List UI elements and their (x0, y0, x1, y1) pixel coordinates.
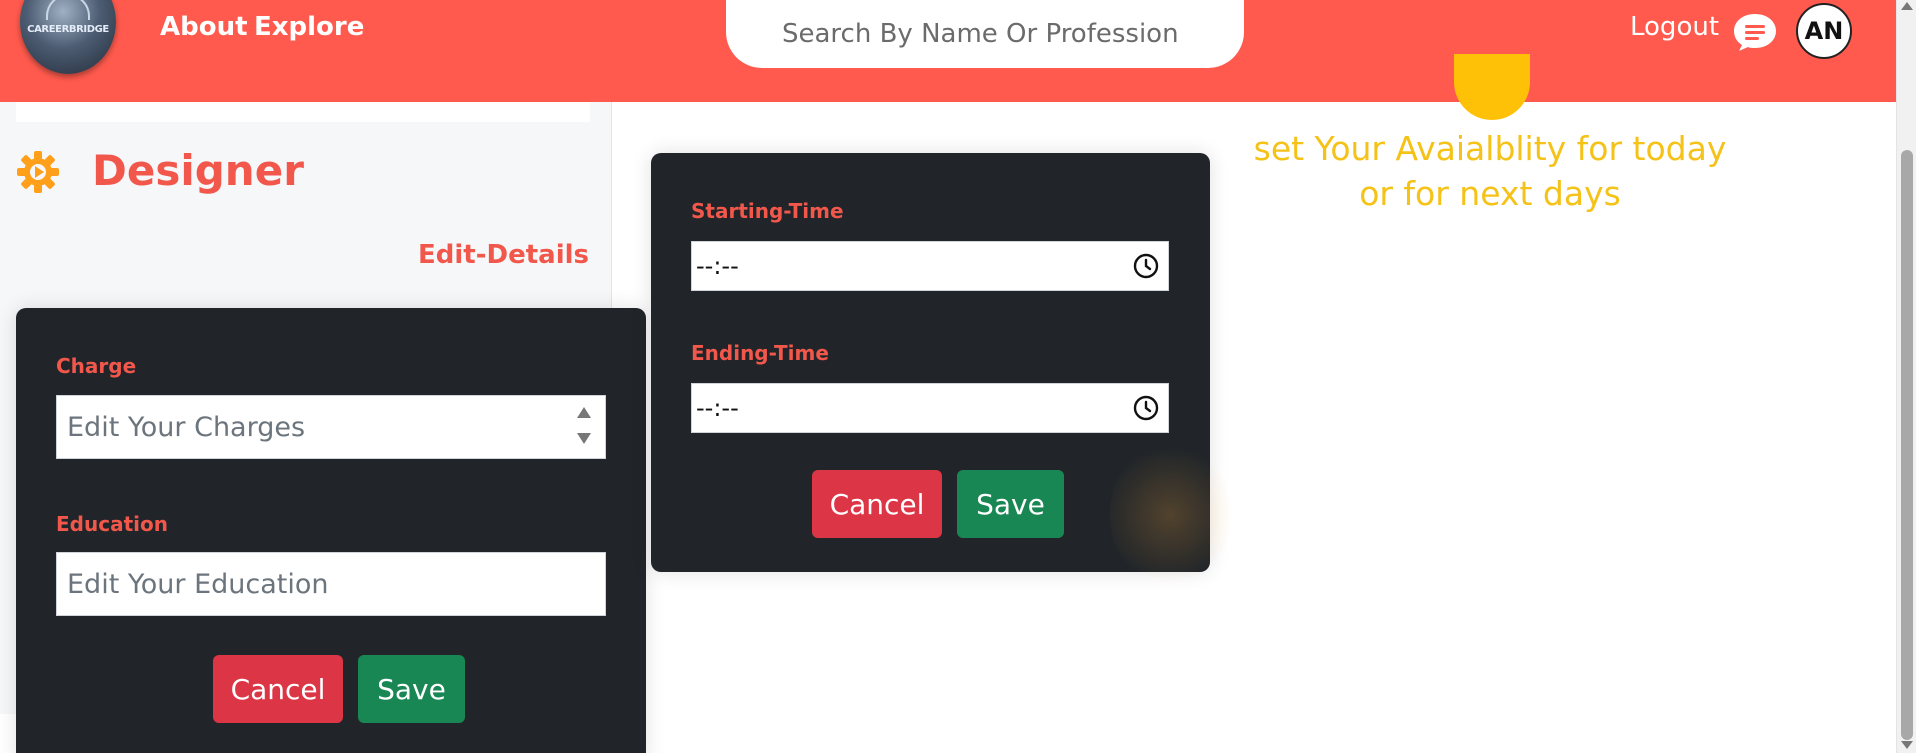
stepper-up-icon[interactable] (577, 407, 591, 418)
starting-time-wrapper (691, 241, 1169, 291)
education-input[interactable] (56, 552, 606, 616)
availability-cancel-button[interactable]: Cancel (812, 470, 942, 538)
starting-time-label: Starting-Time (691, 199, 844, 223)
clock-icon[interactable] (1133, 253, 1159, 279)
edit-details-link[interactable]: Edit-Details (418, 240, 589, 270)
page-scrollbar[interactable] (1896, 0, 1916, 753)
number-stepper[interactable] (576, 407, 592, 447)
logo-crest-icon (46, 0, 90, 20)
clock-icon[interactable] (1133, 395, 1159, 421)
availability-save-button[interactable]: Save (957, 470, 1064, 538)
scroll-thumb[interactable] (1901, 150, 1913, 740)
availability-note: set Your Avaialblity for today or for ne… (1250, 126, 1730, 216)
details-save-button[interactable]: Save (358, 655, 465, 723)
starting-time-input[interactable] (691, 241, 1169, 291)
decorative-glow (1110, 440, 1230, 590)
details-cancel-button[interactable]: Cancel (213, 655, 343, 723)
ending-time-label: Ending-Time (691, 341, 829, 365)
sun-icon (1454, 54, 1530, 120)
availability-note-line1: set Your Avaialblity for today (1253, 129, 1727, 168)
gear-icon (17, 151, 59, 193)
education-label: Education (56, 512, 168, 536)
logo-text: CAREERBRIDGE (27, 24, 109, 35)
edit-details-modal: Charge Education Cancel Save (16, 308, 646, 753)
panel-top-strip (16, 102, 590, 122)
stepper-down-icon[interactable] (577, 433, 591, 444)
scroll-down-arrow-icon[interactable] (1901, 741, 1913, 749)
nav-explore-link[interactable]: Explore (254, 12, 364, 42)
ending-time-wrapper (691, 383, 1169, 433)
logout-link[interactable]: Logout (1630, 12, 1719, 42)
nav-about-link[interactable]: About (160, 12, 248, 42)
user-avatar[interactable]: AN (1796, 3, 1852, 59)
scroll-up-arrow-icon[interactable] (1901, 2, 1913, 10)
charge-field-wrapper (56, 395, 606, 459)
charge-input[interactable] (56, 395, 606, 459)
chat-icon[interactable] (1732, 12, 1778, 52)
availability-note-line2: or for next days (1359, 174, 1621, 213)
ending-time-input[interactable] (691, 383, 1169, 433)
search-input[interactable] (726, 0, 1244, 68)
charge-label: Charge (56, 354, 137, 378)
top-navbar: CAREERBRIDGE About Explore Logout AN (0, 0, 1896, 102)
careerbridge-logo[interactable]: CAREERBRIDGE (20, 0, 116, 74)
profession-title: Designer (92, 146, 304, 195)
